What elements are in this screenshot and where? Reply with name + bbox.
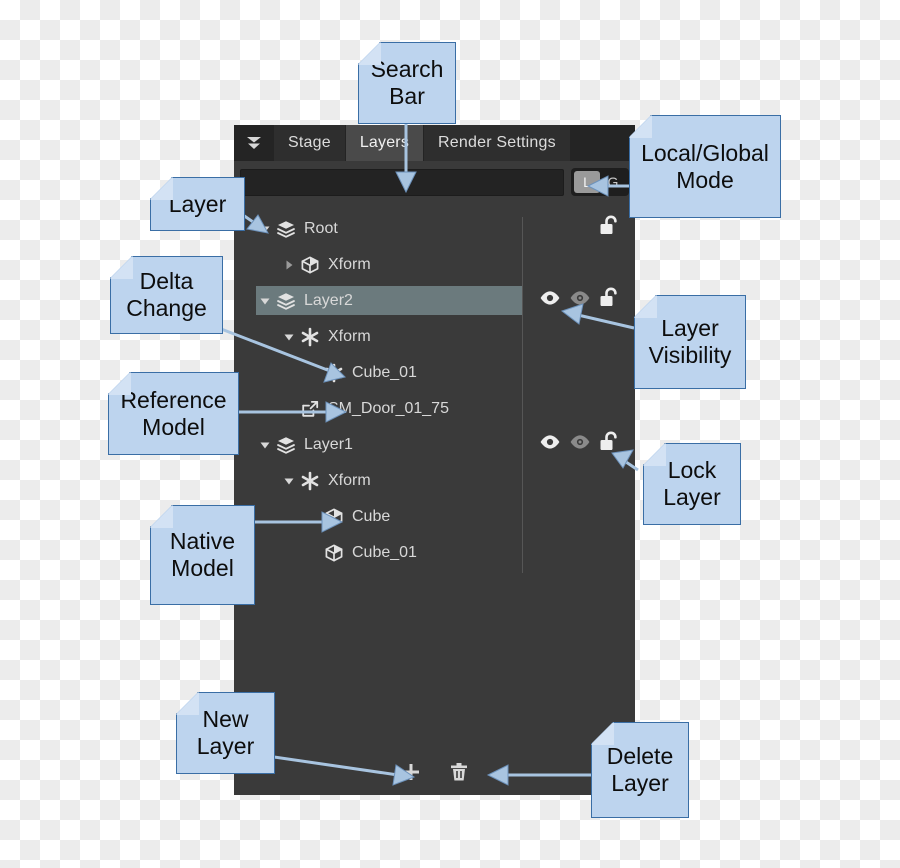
callout-new-layer: New Layer <box>176 692 275 774</box>
callout-delta-change: Delta Change <box>110 256 223 334</box>
callout-local-global-mode-label: Local/Global Mode <box>641 139 769 193</box>
callout-delete-layer: Delete Layer <box>591 722 689 818</box>
callout-reference-model-label: Reference Model <box>120 386 227 440</box>
callout-new-layer-label: New Layer <box>196 706 255 759</box>
callout-layer-visibility: Layer Visibility <box>634 295 746 389</box>
callout-reference-model: Reference Model <box>108 372 239 455</box>
callout-native-model: Native Model <box>150 505 255 605</box>
callout-layer-visibility-label: Layer Visibility <box>648 315 732 368</box>
callout-lock-layer: Lock Layer <box>643 443 741 525</box>
callout-delete-layer-label: Delete Layer <box>606 743 674 796</box>
callout-search-bar: Search Bar <box>358 42 456 124</box>
callout-search-bar-label: Search Bar <box>370 56 444 109</box>
callout-layer-label: Layer <box>168 190 227 217</box>
callout-native-model-label: Native Model <box>169 528 236 581</box>
callout-local-global-mode: Local/Global Mode <box>629 115 781 218</box>
callout-lock-layer-label: Lock Layer <box>663 457 721 510</box>
callout-delta-change-label: Delta Change <box>126 268 207 321</box>
callout-layer: Layer <box>150 177 245 231</box>
